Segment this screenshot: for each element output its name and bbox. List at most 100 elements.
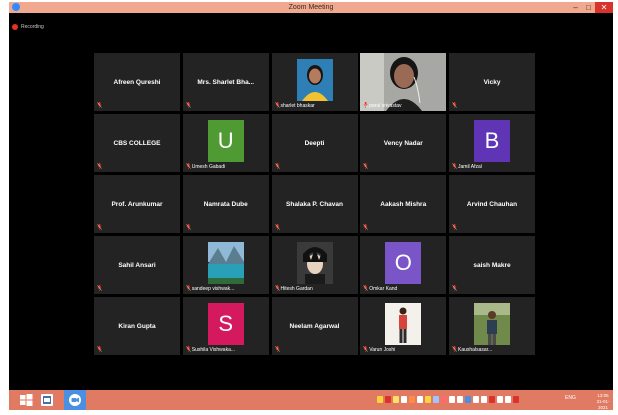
mic-off-icon bbox=[274, 224, 280, 230]
participant-avatar: O bbox=[385, 242, 422, 284]
mic-off-icon bbox=[274, 346, 280, 352]
participant-name: Vicky bbox=[483, 78, 501, 86]
participant-name: Shalaka P. Chavan bbox=[286, 200, 343, 208]
mic-off-icon bbox=[452, 346, 457, 352]
participant-tile[interactable]: Namrata Dube bbox=[182, 175, 269, 233]
participant-tile[interactable]: sharlet bhaskar bbox=[271, 53, 358, 111]
participant-name: sharlet bhaskar bbox=[280, 103, 315, 109]
maximize-button[interactable]: □ bbox=[582, 2, 595, 13]
participant-name: Sushila Vishwaka... bbox=[191, 347, 236, 353]
clock[interactable]: 13:05 31-01-2021 bbox=[593, 393, 613, 411]
participant-name: Vency Nadar bbox=[383, 139, 423, 147]
participant-name: Varun Joshi bbox=[369, 347, 396, 353]
participant-avatar: S bbox=[207, 303, 244, 345]
participant-tile[interactable]: O Omkar Kand bbox=[360, 236, 447, 294]
windows-taskbar: ENG 13:05 31-01-2021 bbox=[9, 390, 613, 410]
mic-off-icon bbox=[363, 102, 368, 108]
participant-photo bbox=[296, 242, 333, 284]
minimize-button[interactable]: – bbox=[569, 2, 582, 13]
mic-off-icon bbox=[452, 163, 457, 169]
participant-name: Omkar Kand bbox=[369, 286, 398, 292]
participant-name: Arvind Chauhan bbox=[466, 200, 518, 208]
participant-name: Prof. Arunkumar bbox=[111, 200, 163, 208]
mic-off-icon bbox=[186, 102, 191, 108]
participant-name: Namrata Dube bbox=[203, 200, 248, 208]
mic-off-icon bbox=[97, 102, 102, 108]
mic-off-icon bbox=[186, 346, 191, 352]
mic-off-icon bbox=[97, 224, 102, 230]
window-title: Zoom Meeting bbox=[288, 4, 334, 11]
participant-tile[interactable]: Prof. Arunkumar bbox=[94, 175, 180, 233]
mic-off-icon bbox=[363, 224, 368, 230]
recording-indicator[interactable]: Recording bbox=[12, 23, 44, 31]
participant-photo bbox=[385, 303, 422, 345]
mic-off-icon bbox=[274, 285, 280, 291]
participant-tile[interactable]: Varun Joshi bbox=[360, 297, 447, 355]
avatar-initial: B bbox=[484, 128, 500, 153]
participant-tile[interactable]: Afreen Qureshi bbox=[94, 53, 180, 111]
mic-off-icon bbox=[452, 102, 457, 108]
mic-off-icon bbox=[452, 224, 457, 230]
window-controls: – □ ✕ bbox=[569, 2, 613, 13]
mic-off-icon bbox=[363, 285, 368, 291]
language-indicator[interactable]: ENG bbox=[565, 395, 576, 401]
mic-off-icon bbox=[97, 346, 102, 352]
participant-tile[interactable]: sandeep vishwak... bbox=[182, 236, 269, 294]
mic-off-icon bbox=[452, 285, 457, 291]
participant-name: Deepti bbox=[304, 139, 325, 147]
mic-off-icon bbox=[186, 224, 191, 230]
mic-off-icon bbox=[274, 163, 280, 169]
participant-tile[interactable]: Sahil Ansari bbox=[94, 236, 180, 294]
participant-tile[interactable]: Neelam Agarwal bbox=[271, 297, 358, 355]
participant-tile[interactable]: S Sushila Vishwaka... bbox=[182, 297, 269, 355]
mic-off-icon bbox=[186, 163, 191, 169]
mic-off-icon bbox=[186, 285, 191, 291]
recording-dot-icon bbox=[12, 24, 18, 30]
participant-name: saish Makre bbox=[473, 261, 511, 269]
participant-name: Sahil Ansari bbox=[118, 261, 156, 269]
participant-avatar: B bbox=[474, 120, 510, 162]
participant-name: sandeep vishwak... bbox=[191, 286, 235, 292]
participant-tile[interactable]: Vicky bbox=[449, 53, 535, 111]
participant-tile[interactable]: Kiran Gupta bbox=[94, 297, 180, 355]
participant-tile[interactable]: B Jamil Afzal bbox=[449, 114, 535, 172]
participant-name: Hitesh Gardan bbox=[280, 286, 313, 292]
participant-name: Neelam Agarwal bbox=[289, 322, 340, 330]
participant-tile[interactable]: CBS COLLEGE bbox=[94, 114, 180, 172]
participant-tile[interactable]: Vency Nadar bbox=[360, 114, 447, 172]
participant-gallery: Afreen Qureshi Mrs. Sharlet Bha... sharlet… bbox=[94, 53, 535, 355]
mic-off-icon bbox=[363, 163, 368, 169]
participant-name: Aakash Mishra bbox=[380, 200, 427, 208]
folder-icon bbox=[41, 394, 53, 406]
participant-tile[interactable]: parul srivastav bbox=[360, 53, 447, 111]
avatar-initial: S bbox=[218, 311, 234, 336]
participant-photo bbox=[474, 303, 510, 345]
participant-name: Jamil Afzal bbox=[458, 164, 482, 170]
participant-tile[interactable]: Arvind Chauhan bbox=[449, 175, 535, 233]
participant-tile[interactable]: U Umesh Gabadi bbox=[182, 114, 269, 172]
mic-off-icon bbox=[97, 285, 102, 291]
participant-tile[interactable]: Aakash Mishra bbox=[360, 175, 447, 233]
participant-avatar: U bbox=[207, 120, 244, 162]
close-button[interactable]: ✕ bbox=[595, 2, 613, 13]
system-tray-icons[interactable] bbox=[377, 396, 519, 403]
participant-name: parul srivastav bbox=[369, 103, 402, 109]
participant-tile[interactable]: Hitesh Gardan bbox=[271, 236, 358, 294]
participant-tile[interactable]: Shalaka P. Chavan bbox=[271, 175, 358, 233]
participant-tile[interactable]: Deepti bbox=[271, 114, 358, 172]
start-button[interactable] bbox=[18, 392, 34, 408]
avatar-initial: U bbox=[217, 128, 234, 153]
participant-name: CBS COLLEGE bbox=[113, 139, 161, 147]
taskbar-app-explorer[interactable] bbox=[39, 392, 55, 408]
windows-icon bbox=[20, 394, 33, 406]
participant-tile[interactable]: Kaushalsasar... bbox=[449, 297, 535, 355]
participant-tile[interactable]: Mrs. Sharlet Bha... bbox=[182, 53, 269, 111]
participant-tile[interactable]: saish Makre bbox=[449, 236, 535, 294]
participant-photo bbox=[207, 242, 244, 284]
zoom-meeting-window: Zoom Meeting – □ ✕ Recording Afreen Qure… bbox=[9, 2, 613, 390]
title-bar[interactable]: Zoom Meeting – □ ✕ bbox=[9, 2, 613, 13]
clock-date: 31-01-2021 bbox=[596, 399, 610, 410]
avatar-initial: O bbox=[394, 250, 412, 275]
mic-off-icon bbox=[97, 163, 102, 169]
taskbar-app-zoom[interactable] bbox=[64, 390, 86, 410]
